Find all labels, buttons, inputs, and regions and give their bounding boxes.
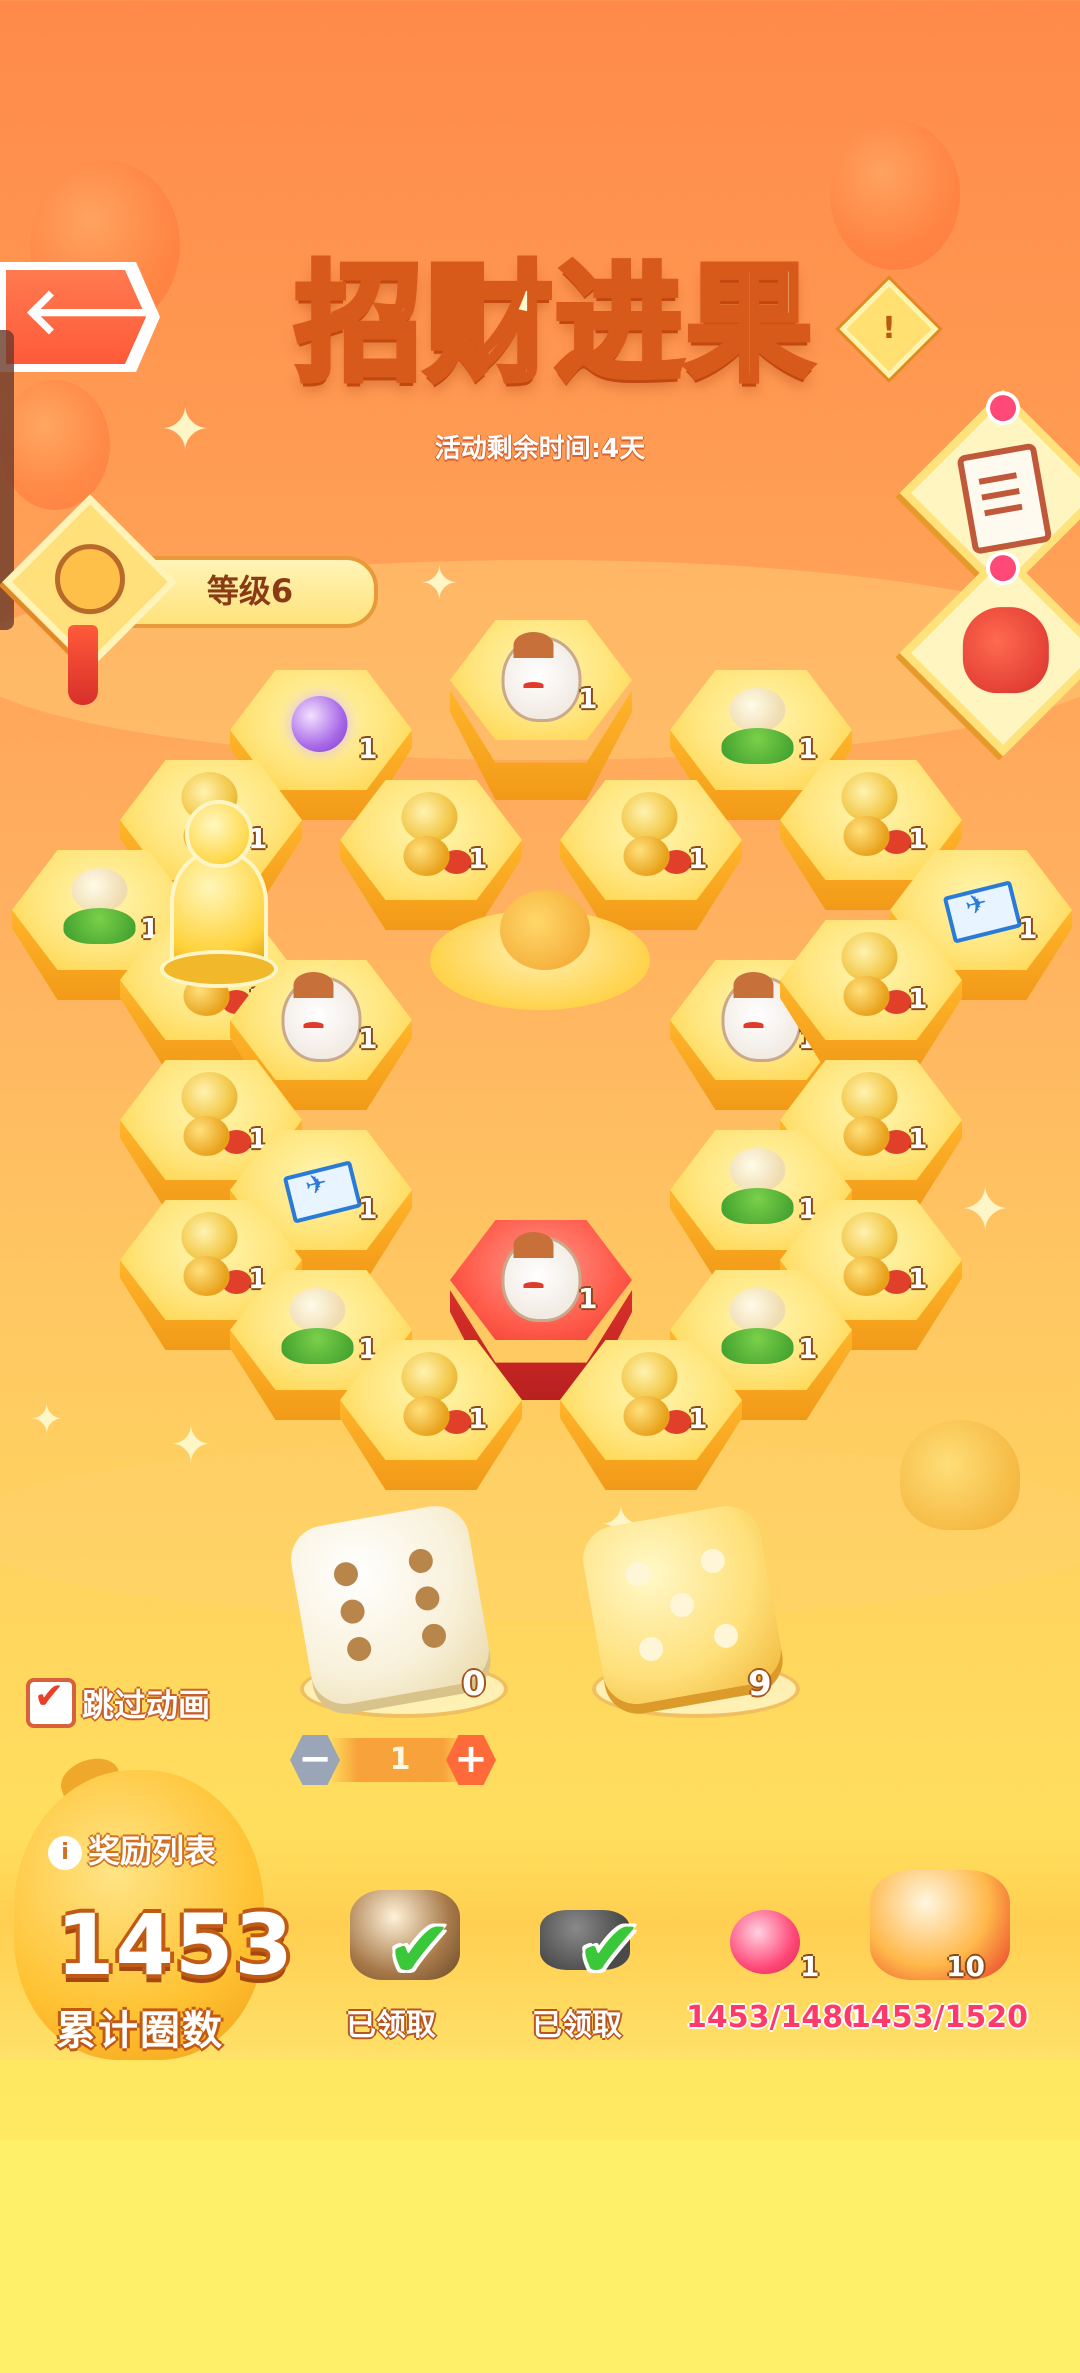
time-remaining: 活动剩余时间:4天 bbox=[434, 434, 646, 464]
board-tile: 1 bbox=[560, 1340, 742, 1490]
sparkle-decoration: ✦ bbox=[160, 395, 211, 465]
cat-basket-icon bbox=[870, 1870, 1010, 1980]
tile-qty: 1 bbox=[358, 1192, 378, 1225]
board-tile: 1 bbox=[780, 920, 962, 1070]
normal-die-count: 0 bbox=[462, 1664, 486, 1704]
cat-icon bbox=[492, 628, 582, 722]
cat-icon bbox=[492, 1228, 582, 1322]
claimed-check-icon: ✔ bbox=[576, 1903, 644, 1996]
tile-qty: 1 bbox=[358, 732, 378, 765]
reward-list-button[interactable]: i 奖励列表 bbox=[48, 1826, 216, 1872]
reward-status: 已领取 bbox=[346, 2008, 436, 2043]
tile-qty: 1 bbox=[798, 1332, 818, 1365]
cat-icon bbox=[272, 968, 362, 1062]
info-icon: i bbox=[48, 1836, 82, 1870]
duck-face-icon bbox=[55, 544, 125, 615]
total-laps-label: 累计圈数 bbox=[56, 2008, 224, 2054]
skip-animation-label: 跳过动画 bbox=[82, 1686, 211, 1724]
tile-qty: 1 bbox=[578, 1282, 598, 1315]
tree-icon bbox=[382, 788, 472, 878]
tassel-decoration bbox=[68, 625, 98, 705]
lucky-bag-icon bbox=[962, 607, 1049, 694]
tile-qty: 1 bbox=[358, 1022, 378, 1055]
info-icon[interactable]: ! bbox=[839, 279, 939, 379]
info-symbol: ! bbox=[882, 311, 896, 346]
reward-qty: 1 bbox=[800, 1950, 820, 1983]
sparkle-decoration: ✦ bbox=[170, 1416, 212, 1474]
reward-qty: 10 bbox=[946, 1950, 985, 1983]
check-icon: ✔ bbox=[34, 1676, 65, 1717]
tile-qty: 1 bbox=[688, 842, 708, 875]
notification-dot bbox=[986, 391, 1020, 426]
tree-icon bbox=[602, 1348, 692, 1438]
clipboard-icon bbox=[956, 442, 1053, 555]
tile-qty: 1 bbox=[908, 1122, 928, 1155]
tile-qty: 1 bbox=[688, 1402, 708, 1435]
reward-item-4[interactable]: 10 bbox=[860, 1870, 1010, 2000]
reward-status: 已领取 bbox=[532, 2008, 622, 2043]
total-laps-value: 1453 bbox=[56, 1896, 294, 1994]
golden-die-count: 9 bbox=[748, 1664, 772, 1704]
back-button[interactable]: 🡐 bbox=[0, 262, 160, 372]
plant-icon bbox=[712, 678, 802, 768]
board-tile: 1 bbox=[340, 1340, 522, 1490]
reward-progress: 1453/1480 bbox=[686, 2000, 864, 2035]
orb-icon bbox=[272, 678, 362, 768]
tree-icon bbox=[382, 1348, 472, 1438]
duck-decoration bbox=[900, 1420, 1020, 1530]
sparkle-decoration: ✦ bbox=[30, 1397, 64, 1443]
reward-item-3[interactable]: 1 bbox=[700, 1880, 850, 2010]
event-title: 招财进果 bbox=[292, 247, 816, 402]
skip-animation-checkbox[interactable]: ✔ bbox=[26, 1676, 76, 1728]
reward-list-label: 奖励列表 bbox=[88, 1832, 217, 1870]
tile-qty: 1 bbox=[468, 1402, 488, 1435]
player-pawn bbox=[160, 800, 278, 988]
tile-qty: 1 bbox=[1018, 912, 1038, 945]
sparkle-decoration: ✦ bbox=[960, 1175, 1011, 1245]
rose-icon bbox=[730, 1910, 800, 1974]
tile-qty: 1 bbox=[908, 982, 928, 1015]
notification-dot bbox=[986, 551, 1020, 586]
tree-icon bbox=[822, 928, 912, 1018]
tile-qty: 1 bbox=[908, 1262, 928, 1295]
bottom-area bbox=[0, 2140, 1080, 2373]
reward-progress: 1453/1520 bbox=[850, 2000, 1028, 2035]
tile-qty: 1 bbox=[578, 682, 598, 715]
reward-item-1[interactable]: ✔ bbox=[330, 1880, 480, 2010]
center-duck-decoration bbox=[430, 870, 650, 1020]
sparkle-decoration: ✦ bbox=[420, 556, 459, 610]
tree-icon bbox=[822, 768, 912, 858]
claimed-check-icon: ✔ bbox=[386, 1903, 454, 1996]
lantern-decoration bbox=[0, 380, 110, 510]
level-label: 等级6 bbox=[206, 572, 294, 610]
tree-icon bbox=[602, 788, 692, 878]
reward-item-2[interactable]: ✔ bbox=[520, 1880, 670, 2010]
board-tile: 1 bbox=[450, 620, 632, 800]
